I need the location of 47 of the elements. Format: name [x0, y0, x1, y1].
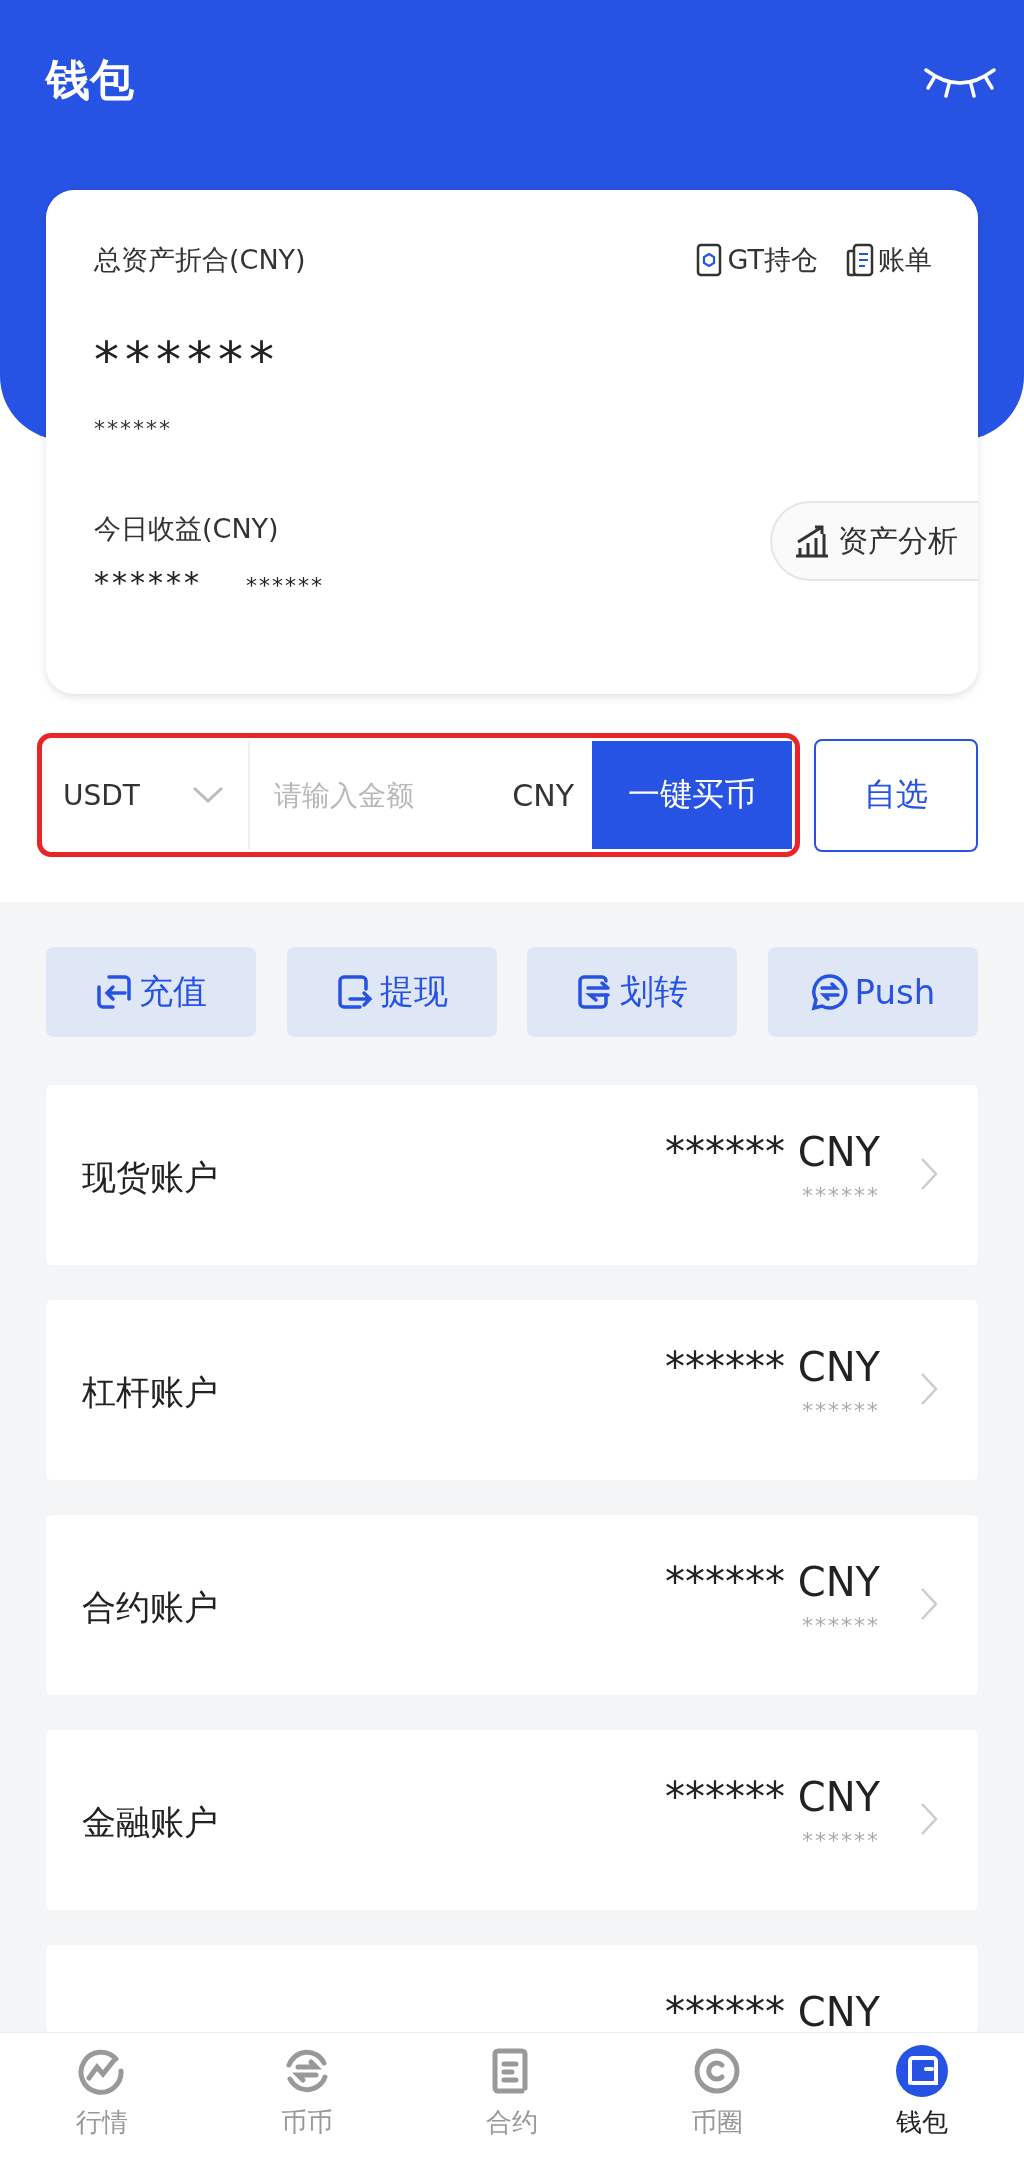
header-link[interactable]: 账单: [846, 242, 932, 278]
wallet-icon: [895, 2045, 948, 2097]
account-balance: ****** CNY: [665, 1773, 880, 1822]
account-name: 杠杆账户: [82, 1371, 218, 1414]
tab-item[interactable]: 钱包: [851, 2033, 992, 2175]
chevron-down-icon: [192, 786, 224, 804]
header-link[interactable]: GT持仓: [695, 242, 818, 278]
account-secondary-balance: ******: [802, 1398, 880, 1423]
account-name: 金融账户: [82, 1801, 218, 1844]
chevron-right-icon: [920, 1802, 938, 1836]
bar-chart-icon: [794, 524, 830, 558]
deposit-icon: [95, 973, 133, 1011]
total-assets-value: ******: [94, 330, 281, 390]
action-button[interactable]: 提现: [286, 947, 497, 1037]
chevron-right-icon: [920, 1372, 938, 1406]
action-button[interactable]: Push: [767, 947, 978, 1037]
account-card[interactable]: 金融账户 ****** CNY ******: [46, 1730, 978, 1910]
account-balance: ****** CNY: [665, 1558, 880, 1607]
page-title: 钱包: [46, 53, 134, 107]
account-balance: ****** CNY: [665, 1988, 880, 2033]
today-profit-label: 今日收益(CNY): [94, 512, 280, 546]
account-secondary-balance: ******: [802, 1613, 880, 1638]
action-button[interactable]: 充值: [46, 947, 256, 1037]
total-assets-label: 总资产折合(CNY): [94, 243, 306, 277]
account-name: 现货账户: [82, 1156, 218, 1199]
chat-bubble-icon: [810, 973, 849, 1011]
account-name: 合约账户: [82, 1586, 218, 1629]
document-icon: [846, 243, 874, 277]
account-card[interactable]: ****** CNY: [46, 1945, 978, 2033]
asset-analysis-button[interactable]: 资产分析: [770, 501, 978, 581]
today-profit-value: ******: [94, 565, 202, 600]
chevron-right-icon: [920, 1587, 938, 1621]
today-profit-rate: ******: [246, 573, 324, 598]
watchlist-button[interactable]: 自选: [814, 738, 978, 852]
action-button[interactable]: 划转: [527, 947, 738, 1037]
currency-unit: CNY: [512, 776, 575, 815]
account-balance: ****** CNY: [665, 1128, 880, 1177]
account-secondary-balance: ******: [802, 1183, 880, 1208]
account-card[interactable]: 现货账户 ****** CNY ******: [46, 1085, 978, 1265]
account-secondary-balance: ******: [802, 1828, 880, 1853]
account-balance: ****** CNY: [665, 1343, 880, 1392]
total-assets-secondary: ******: [94, 416, 173, 441]
account-card[interactable]: 杠杆账户 ****** CNY ******: [46, 1300, 978, 1480]
buy-crypto-button[interactable]: 一键买币: [592, 741, 792, 849]
withdraw-icon: [335, 973, 374, 1011]
chevron-right-icon: [920, 1157, 938, 1191]
account-card[interactable]: 合约账户 ****** CNY ******: [46, 1515, 978, 1695]
